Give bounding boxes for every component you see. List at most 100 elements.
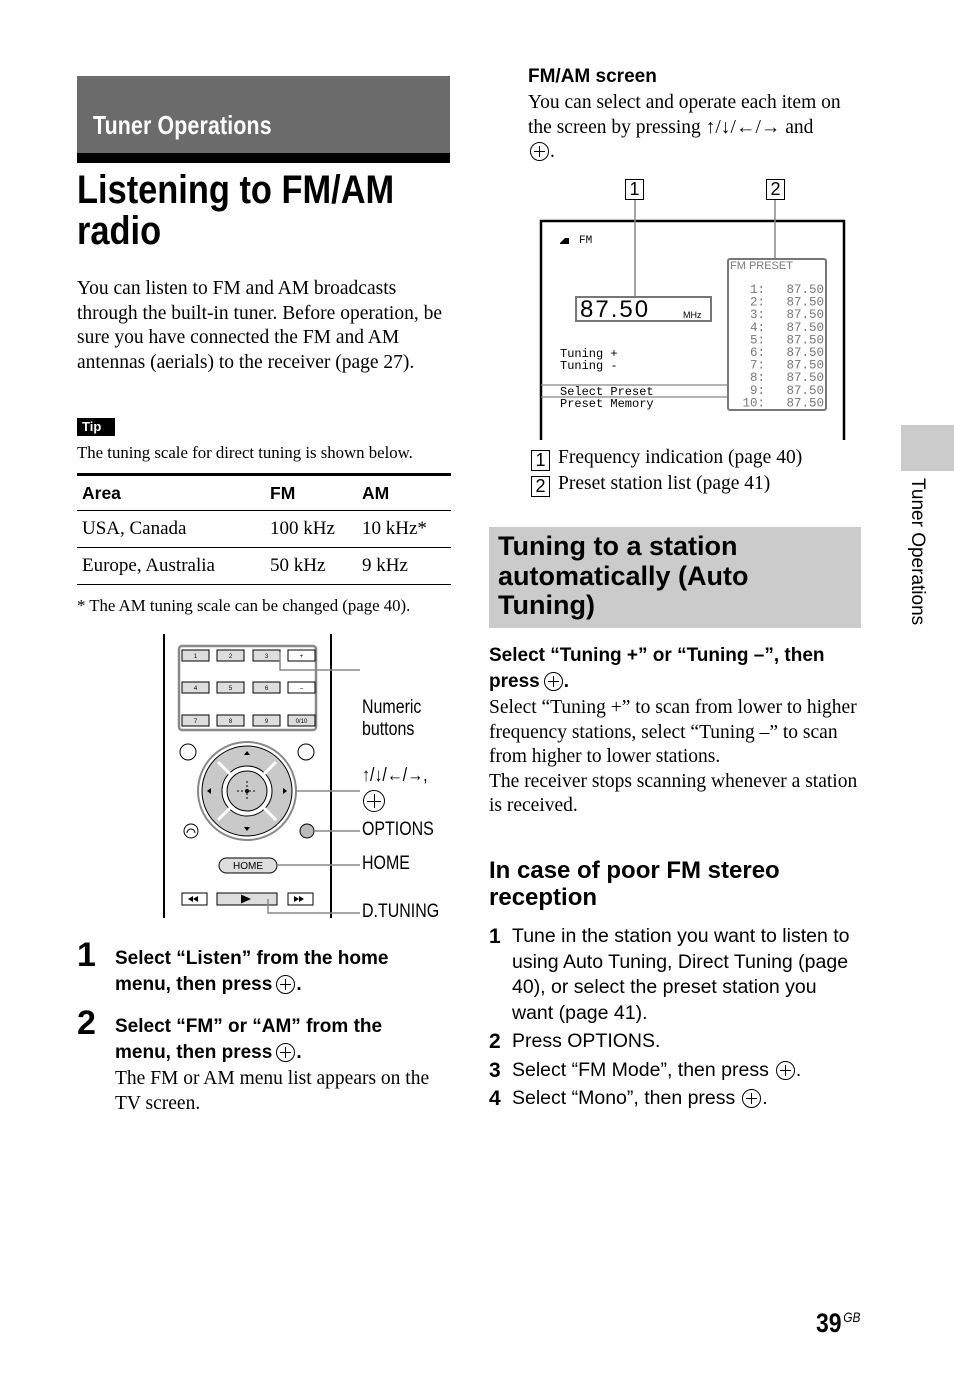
color-button-right	[297, 743, 315, 761]
radio-icon	[560, 238, 569, 244]
step-text: Select “FM” or “AM” from the	[115, 1016, 383, 1037]
enter-icon	[530, 142, 549, 161]
list-item: 2 Press OPTIONS.	[489, 1029, 861, 1055]
step-1-instruction: Select “Listen” from the home menu, then…	[115, 946, 455, 998]
instruction-text: press	[489, 671, 540, 692]
instruction-text: Select “Tuning +” or “Tuning –”, then	[489, 645, 825, 666]
page-number: 39 GB	[816, 1308, 860, 1339]
auto-tuning-title: Tuning to a station automatically (Auto …	[498, 531, 749, 621]
enter-icon	[363, 790, 385, 812]
button-6: 6	[252, 681, 281, 694]
page-suffix: GB	[843, 1309, 861, 1325]
tuner-menu: Tuning + Tuning - Select Preset Preset M…	[560, 347, 654, 411]
legend-number: 1	[531, 450, 550, 471]
step-number: 1	[489, 925, 501, 948]
home-label: HOME	[362, 853, 410, 874]
return-button	[183, 823, 199, 839]
auto-tuning-description: Select “Tuning +” to scan from lower to …	[489, 696, 859, 819]
step-text: Select “Listen” from the home	[115, 948, 389, 969]
numeric-keypad: 1 2 3 + 4 5 6 – 7 8 9 0/10	[181, 649, 316, 727]
color-button-left	[179, 743, 197, 761]
heading-line: In case of poor FM stereo	[489, 857, 780, 884]
title-line: automatically (Auto	[498, 560, 749, 591]
step-number: 4	[489, 1087, 501, 1110]
button-4: 4	[181, 681, 210, 694]
tip-text: The tuning scale for direct tuning is sh…	[77, 443, 413, 462]
options-button	[299, 823, 315, 839]
page-title-line: radio	[77, 209, 162, 253]
intro-paragraph: You can listen to FM and AM broadcasts t…	[77, 278, 442, 373]
directional-pad	[197, 741, 297, 841]
svg-text:HOME: HOME	[233, 861, 263, 872]
legend-text: Preset station list (page 41)	[558, 472, 771, 494]
button-0-10: 0/10	[287, 714, 316, 727]
step-text: .	[296, 974, 302, 995]
legend-item: 2 Preset station list (page 41)	[531, 472, 802, 498]
button-9: 9	[252, 714, 281, 727]
enter-icon	[543, 672, 563, 691]
page-number-value: 39	[816, 1308, 842, 1338]
poor-reception-heading: In case of poor FM stereo reception	[489, 857, 780, 911]
section-banner: Tuner Operations	[77, 76, 450, 163]
step-text: Select “FM Mode”, then press	[512, 1058, 769, 1081]
button-3: 3	[252, 649, 281, 662]
step-text: menu, then press	[115, 1042, 273, 1063]
enter-icon	[276, 1043, 296, 1062]
button-minus: –	[287, 681, 316, 694]
enter-icon	[742, 1089, 762, 1108]
step-text: Select “Mono”, then press	[512, 1087, 736, 1109]
svg-text:87.50: 87.50	[580, 296, 650, 323]
legend-item: 1 Frequency indication (page 40)	[531, 446, 802, 472]
instruction-text: .	[563, 671, 569, 692]
svg-text:0/10: 0/10	[296, 719, 308, 725]
side-tab-label: Tuner Operations	[907, 478, 928, 626]
step-text: .	[296, 1042, 302, 1063]
description-paragraph: The receiver stops scanning whenever a s…	[489, 770, 858, 817]
button-8: 8	[216, 714, 245, 727]
button-2: 2	[216, 649, 245, 662]
poor-reception-steps: 1 Tune in the station you want to listen …	[489, 924, 861, 1112]
table-cell: 50 kHz	[265, 547, 357, 585]
table-header: FM	[270, 482, 296, 503]
title-line: Tuning)	[498, 590, 595, 620]
table-footnote: * The AM tuning scale can be changed (pa…	[77, 596, 411, 615]
step-text: Tune in the station you want to listen t…	[512, 925, 850, 1024]
legend-text: Frequency indication (page 40)	[558, 447, 803, 468]
title-line: Tuning to a station	[498, 531, 738, 561]
button-plus: +	[287, 649, 316, 662]
menu-item-preset-memory: Preset Memory	[560, 397, 654, 411]
table-cell: 9 kHz	[357, 547, 451, 585]
description-text: .	[550, 141, 555, 162]
step-number: 2	[77, 1004, 96, 1042]
numeric-buttons-label: Numeric buttons	[362, 697, 421, 741]
svg-text:FM: FM	[579, 235, 592, 247]
remote-control-illustration: 1 2 3 + 4 5 6 – 7 8 9 0/10 HOME	[163, 634, 360, 918]
page-title-line: Listening to FM/AM	[77, 168, 395, 212]
fmam-tv-screen: FM 87.50 MHz Tuning + Tuning - Select Pr…	[539, 200, 846, 440]
list-item: 3 Select “FM Mode”, then press.	[489, 1058, 861, 1084]
list-item: 4 Select “Mono”, then press.	[489, 1086, 861, 1112]
options-label: OPTIONS	[362, 819, 434, 840]
tuning-scale-table: Area FM AM USA, Canada 100 kHz 10 kHz* E…	[77, 473, 451, 585]
auto-tuning-instruction: Select “Tuning +” or “Tuning –”, then pr…	[489, 643, 869, 695]
table-cell: 10 kHz*	[357, 510, 451, 548]
arrow-buttons-label: ↑/↓/←/→,	[362, 765, 428, 786]
svg-text:+: +	[300, 654, 304, 660]
step-text: menu, then press	[115, 974, 273, 995]
fmam-screen-description: You can select and operate each item on …	[528, 91, 868, 165]
step-text: .	[762, 1087, 768, 1109]
table-cell: Europe, Australia	[77, 547, 265, 585]
callout-1: 1	[625, 179, 644, 200]
label-line: buttons	[362, 719, 415, 740]
enter-icon	[775, 1060, 795, 1080]
table-cell: USA, Canada	[77, 510, 265, 548]
button-7: 7	[181, 714, 210, 727]
button-5: 5	[216, 681, 245, 694]
auto-tuning-banner: Tuning to a station automatically (Auto …	[489, 527, 861, 628]
label-line: Numeric	[362, 697, 422, 718]
enter-icon	[276, 975, 296, 994]
step-2-instruction: Select “FM” or “AM” from the menu, then …	[115, 1014, 455, 1066]
svg-text:MHz: MHz	[683, 310, 702, 320]
preset-number: 10:	[742, 396, 765, 410]
description-paragraph: Select “Tuning +” to scan from lower to …	[489, 697, 857, 767]
